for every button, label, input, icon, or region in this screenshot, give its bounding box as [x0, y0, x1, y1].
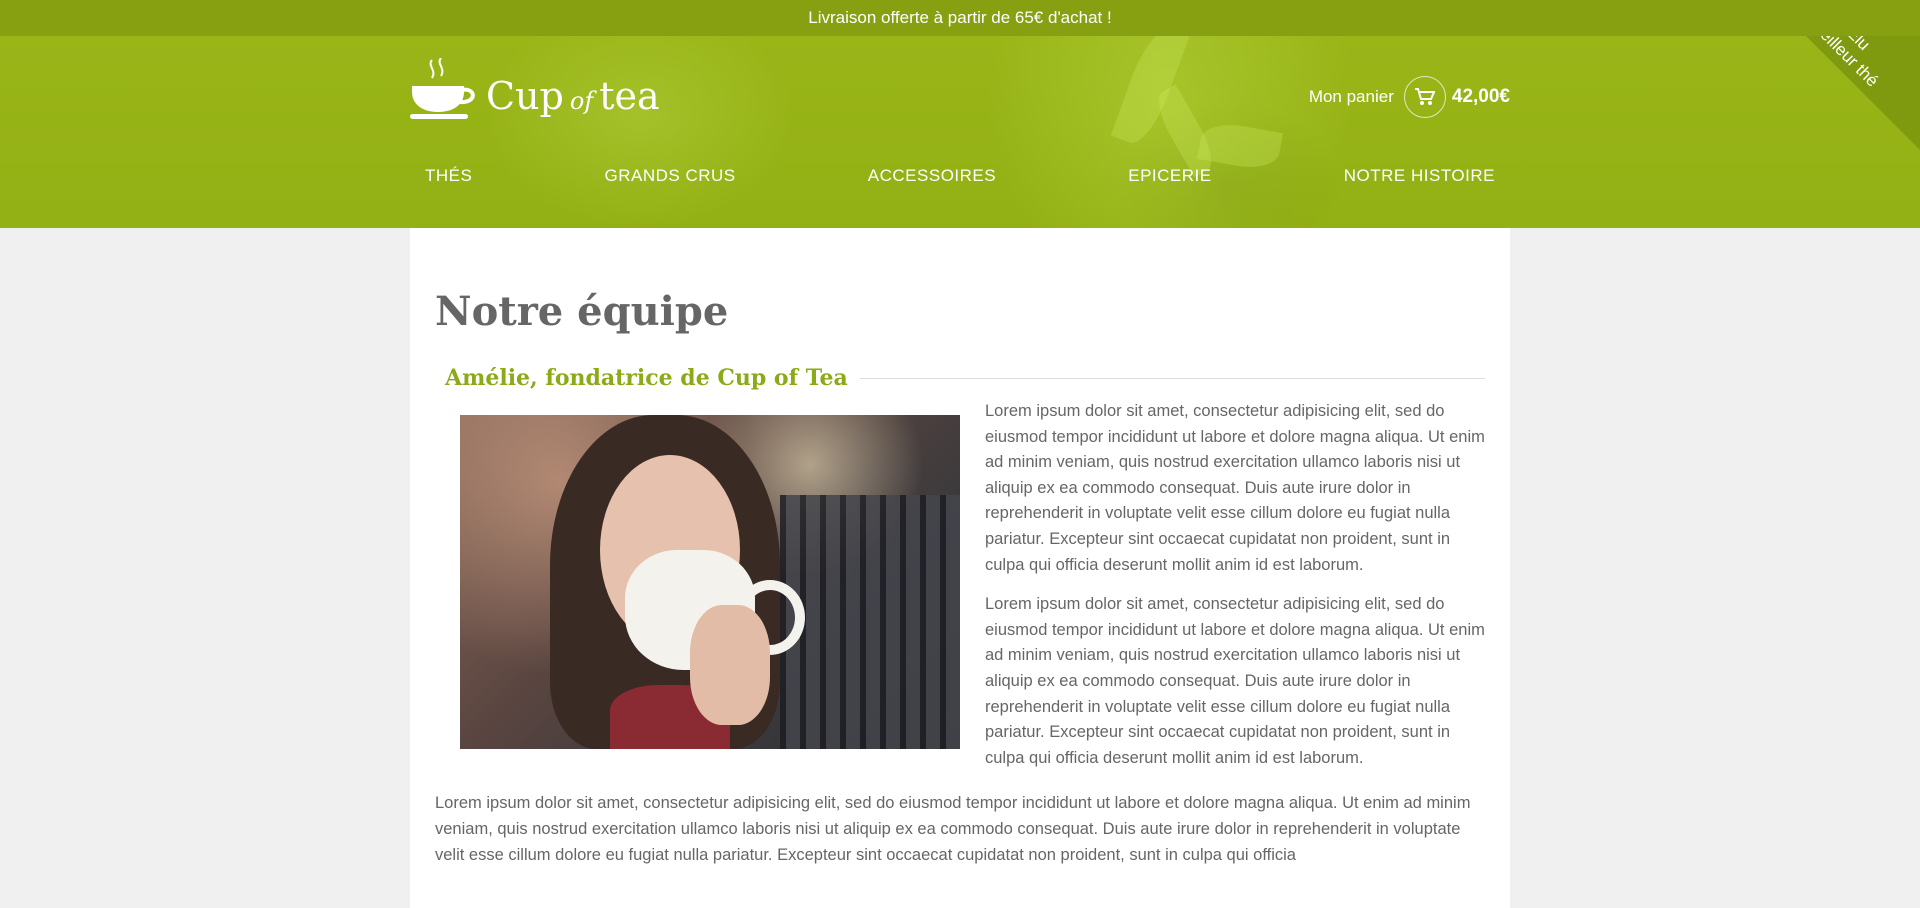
photo-railing — [780, 495, 960, 749]
nav-item-accessoires[interactable]: Accessoires — [868, 166, 996, 186]
shipping-banner: Livraison offerte à partir de 65€ d'acha… — [0, 0, 1920, 36]
founder-text: Lorem ipsum dolor sit amet, consectetur … — [985, 402, 1485, 785]
best-tea-ribbon: Élu meilleur thé — [1760, 36, 1920, 188]
nav-item-notre-histoire[interactable]: Notre histoire — [1344, 166, 1495, 186]
cart-label: Mon panier — [1308, 87, 1394, 106]
site-logo[interactable]: Cup of tea — [410, 58, 660, 120]
nav-item-thes[interactable]: Thés — [425, 166, 472, 186]
section-header: Amélie, fondatrice de Cup of Tea — [445, 365, 1485, 391]
logo-word-cup: Cup — [486, 74, 564, 118]
site-header: Élu meilleur thé Cup of tea Mon panier 4… — [0, 36, 1920, 228]
logo-text: Cup of tea — [486, 74, 660, 118]
section-divider — [859, 377, 1485, 379]
founder-row: Lorem ipsum dolor sit amet, consectetur … — [435, 402, 1485, 785]
logo-word-of: of — [569, 87, 594, 115]
section-title: Amélie, fondatrice de Cup of Tea — [445, 365, 848, 391]
shipping-banner-text: Livraison offerte à partir de 65€ d'acha… — [808, 8, 1112, 27]
cart-total: 42,00€ — [1451, 86, 1510, 107]
founder-photo — [460, 415, 960, 749]
cart-icon[interactable] — [1403, 76, 1446, 118]
cart-summary[interactable]: Mon panier 42,00€ — [1309, 76, 1510, 118]
photo-hand — [690, 605, 770, 725]
paragraph-3: Lorem ipsum dolor sit amet, consectetur … — [435, 794, 1471, 864]
logo-word-tea: tea — [599, 74, 660, 118]
main-content: Notre équipe Amélie, fondatrice de Cup o… — [410, 228, 1510, 908]
nav-item-epicerie[interactable]: Epicerie — [1128, 166, 1211, 186]
nav-item-grands-crus[interactable]: Grands crus — [605, 166, 736, 186]
page-title: Notre équipe — [435, 288, 729, 335]
main-nav: Thés Grands crus Accessoires Epicerie No… — [410, 166, 1510, 186]
paragraph-1: Lorem ipsum dolor sit amet, consectetur … — [985, 402, 1485, 574]
paragraph-2: Lorem ipsum dolor sit amet, consectetur … — [985, 595, 1485, 767]
teacup-icon — [410, 58, 476, 120]
